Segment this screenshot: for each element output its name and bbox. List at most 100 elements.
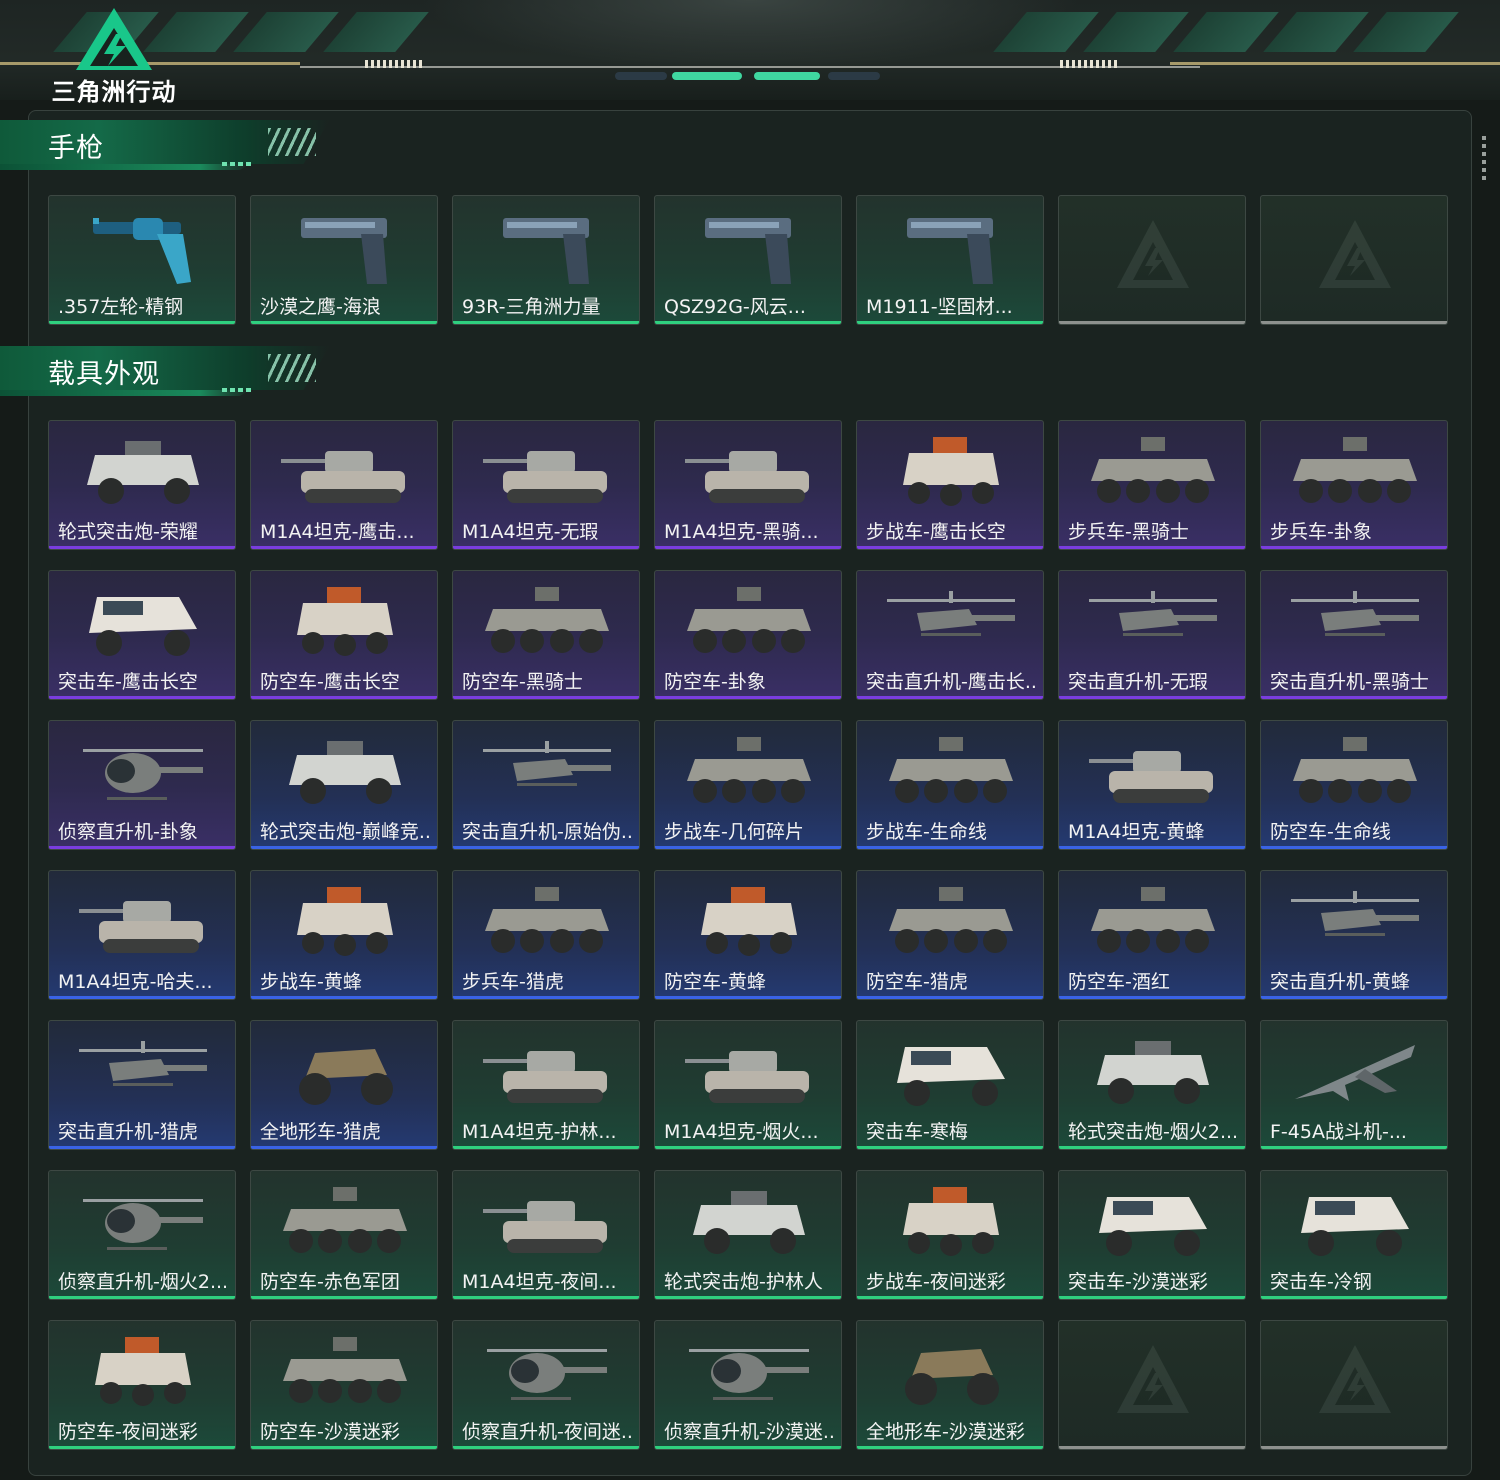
apc-icon (1285, 429, 1425, 515)
item-label: 突击直升机-无瑕 (1068, 671, 1208, 693)
tank-icon (679, 429, 819, 515)
banner-ticks (1060, 60, 1120, 68)
item-card[interactable]: 步战车-生命线 (856, 720, 1044, 850)
item-card[interactable]: F-45A战斗机-... (1260, 1020, 1448, 1150)
item-card[interactable]: 步战车-夜间迷彩 (856, 1170, 1044, 1300)
apc-icon (477, 879, 617, 965)
item-label: M1A4坦克-无瑕 (462, 521, 599, 543)
banner-pill (672, 72, 742, 80)
item-card[interactable]: 侦察直升机-卦象 (48, 720, 236, 850)
armored-car-icon (73, 429, 213, 515)
item-label: 突击车-寒梅 (866, 1121, 968, 1143)
item-label: 侦察直升机-沙漠迷... (664, 1421, 836, 1443)
item-card[interactable]: 突击直升机-原始伪... (452, 720, 640, 850)
section-header-pistols: 手枪 (0, 120, 330, 174)
banner-pill (828, 72, 880, 80)
assault-vehicle-icon (881, 1029, 1021, 1115)
item-card[interactable]: 侦察直升机-烟火2... (48, 1170, 236, 1300)
item-card[interactable]: M1A4坦克-无瑕 (452, 420, 640, 550)
rarity-bar (1059, 1146, 1245, 1149)
item-card[interactable]: 侦察直升机-沙漠迷... (654, 1320, 842, 1450)
rarity-bar (453, 1446, 639, 1449)
item-card[interactable]: 防空车-黑骑士 (452, 570, 640, 700)
item-card[interactable]: 突击直升机-鹰击长... (856, 570, 1044, 700)
item-card[interactable]: 轮式突击炮-烟火2... (1058, 1020, 1246, 1150)
item-card[interactable]: 步兵车-卦象 (1260, 420, 1448, 550)
item-card[interactable]: 突击车-寒梅 (856, 1020, 1044, 1150)
item-card[interactable]: 轮式突击炮-巅峰竞... (250, 720, 438, 850)
item-card[interactable]: .357左轮-精钢 (48, 195, 236, 325)
item-label: 沙漠之鹰-海浪 (260, 296, 381, 318)
item-card[interactable]: 全地形车-猎虎 (250, 1020, 438, 1150)
rarity-bar (857, 846, 1043, 849)
item-card[interactable]: 沙漠之鹰-海浪 (250, 195, 438, 325)
item-label: 防空车-夜间迷彩 (58, 1421, 198, 1443)
apc-icon (275, 1329, 415, 1415)
rarity-bar (857, 696, 1043, 699)
item-card[interactable]: 防空车-赤色军团 (250, 1170, 438, 1300)
item-card[interactable]: 防空车-夜间迷彩 (48, 1320, 236, 1450)
item-card[interactable]: M1911-坚固材... (856, 195, 1044, 325)
empty-slot-card (1058, 195, 1246, 325)
scroll-indicator[interactable] (1482, 136, 1486, 180)
item-card[interactable]: 防空车-鹰击长空 (250, 570, 438, 700)
item-card[interactable]: 防空车-酒红 (1058, 870, 1246, 1000)
item-card[interactable]: 轮式突击炮-荣耀 (48, 420, 236, 550)
item-card[interactable]: M1A4坦克-夜间... (452, 1170, 640, 1300)
item-card[interactable]: QSZ92G-风云... (654, 195, 842, 325)
item-card[interactable]: 防空车-猎虎 (856, 870, 1044, 1000)
banner-slant (323, 12, 429, 52)
banner-slant (1173, 12, 1279, 52)
item-card[interactable]: M1A4坦克-黄蜂 (1058, 720, 1246, 850)
item-card[interactable]: 突击直升机-黄蜂 (1260, 870, 1448, 1000)
item-label: 步兵车-黑骑士 (1068, 521, 1189, 543)
rarity-bar (1059, 321, 1245, 324)
item-label: M1A4坦克-哈夫... (58, 971, 213, 993)
section-title: 手枪 (48, 133, 104, 164)
item-card[interactable]: 突击直升机-无瑕 (1058, 570, 1246, 700)
item-card[interactable]: 步战车-鹰击长空 (856, 420, 1044, 550)
item-card[interactable]: 突击车-沙漠迷彩 (1058, 1170, 1246, 1300)
item-card[interactable]: M1A4坦克-鹰击... (250, 420, 438, 550)
tank-icon (73, 879, 213, 965)
rarity-bar (251, 1146, 437, 1149)
item-card[interactable]: M1A4坦克-黑骑... (654, 420, 842, 550)
rarity-bar (1261, 996, 1447, 999)
item-card[interactable]: 防空车-生命线 (1260, 720, 1448, 850)
item-card[interactable]: M1A4坦克-烟火... (654, 1020, 842, 1150)
rarity-bar (1059, 996, 1245, 999)
scout-helicopter-icon (477, 1329, 617, 1415)
item-label: 93R-三角洲力量 (462, 296, 601, 318)
item-card[interactable]: 步兵车-黑骑士 (1058, 420, 1246, 550)
item-card[interactable]: 突击车-鹰击长空 (48, 570, 236, 700)
item-card[interactable]: 防空车-沙漠迷彩 (250, 1320, 438, 1450)
rarity-bar (251, 996, 437, 999)
helicopter-icon (881, 579, 1021, 665)
item-label: 侦察直升机-夜间迷... (462, 1421, 634, 1443)
item-card[interactable]: 突击直升机-黑骑士 (1260, 570, 1448, 700)
apc-icon (679, 729, 819, 815)
item-card[interactable]: 全地形车-沙漠迷彩 (856, 1320, 1044, 1450)
item-label: 突击车-鹰击长空 (58, 671, 198, 693)
banner-line (1170, 62, 1500, 65)
item-card[interactable]: M1A4坦克-护林... (452, 1020, 640, 1150)
assault-vehicle-icon (1285, 1179, 1425, 1265)
item-card[interactable]: 93R-三角洲力量 (452, 195, 640, 325)
rarity-bar (655, 546, 841, 549)
item-card[interactable]: 步战车-黄蜂 (250, 870, 438, 1000)
rarity-bar (857, 1446, 1043, 1449)
item-card[interactable]: 防空车-黄蜂 (654, 870, 842, 1000)
item-card[interactable]: 步战车-几何碎片 (654, 720, 842, 850)
item-card[interactable]: 突击直升机-猎虎 (48, 1020, 236, 1150)
item-card[interactable]: 轮式突击炮-护林人 (654, 1170, 842, 1300)
item-card[interactable]: 防空车-卦象 (654, 570, 842, 700)
item-card[interactable]: 侦察直升机-夜间迷... (452, 1320, 640, 1450)
item-label: 防空车-酒红 (1068, 971, 1170, 993)
item-card[interactable]: 突击车-冷钢 (1260, 1170, 1448, 1300)
tank-icon (477, 1029, 617, 1115)
item-card[interactable]: 步兵车-猎虎 (452, 870, 640, 1000)
top-banner: 三角洲行动 (0, 0, 1500, 106)
item-card[interactable]: M1A4坦克-哈夫... (48, 870, 236, 1000)
apc-icon (275, 1179, 415, 1265)
rarity-bar (1261, 1296, 1447, 1299)
